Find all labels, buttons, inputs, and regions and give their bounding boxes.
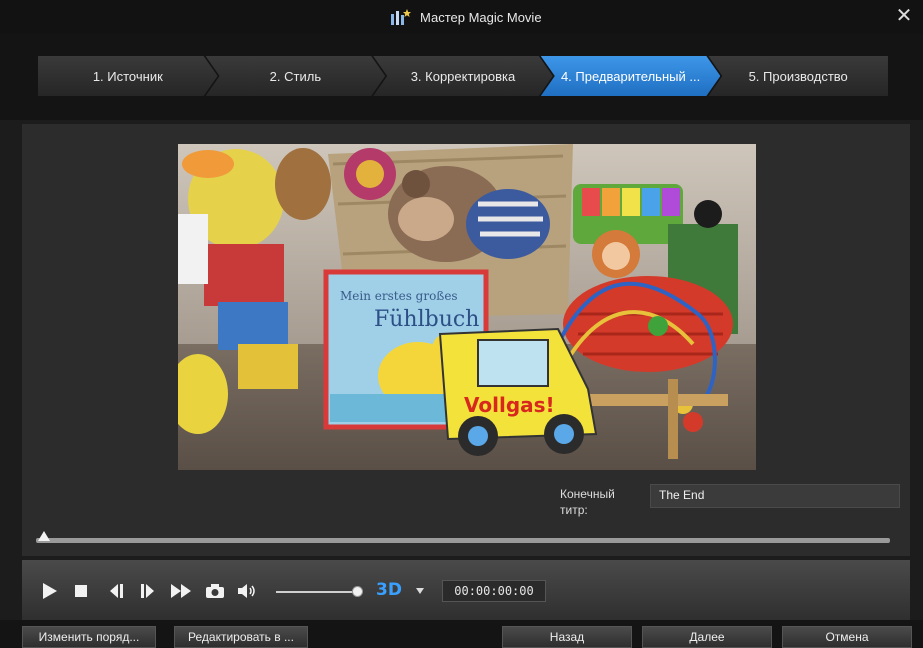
stop-icon (75, 585, 87, 597)
cancel-button[interactable]: Отмена (782, 626, 912, 648)
previous-frame-button[interactable] (106, 582, 126, 600)
title-bar: Мастер Magic Movie ✕ (0, 0, 923, 34)
volume-slider-handle[interactable] (352, 586, 363, 597)
previous-frame-icon (110, 584, 123, 598)
fast-forward-icon (171, 584, 191, 598)
next-frame-button[interactable] (138, 582, 158, 600)
next-button[interactable]: Далее (642, 626, 772, 648)
edit-in-button[interactable]: Редактировать в ... (174, 626, 308, 648)
fast-forward-button[interactable] (170, 582, 192, 600)
close-icon: ✕ (895, 4, 913, 27)
play-button[interactable] (40, 582, 60, 600)
reorder-button[interactable]: Изменить поряд... (22, 626, 156, 648)
book-title: Fühlbuch (374, 307, 479, 332)
scrubber-handle[interactable] (38, 531, 50, 541)
player-controls: 3D 00:00:00:00 (22, 560, 910, 620)
wizard-steps: 1. Источник 2. Стиль 3. Корректировка 4.… (38, 56, 888, 96)
next-frame-icon (141, 584, 154, 598)
car-text: Vollgas! (464, 393, 555, 417)
title-area: Мастер Magic Movie (390, 8, 542, 26)
end-title-label: Конечный титр: (560, 487, 615, 517)
stop-button[interactable] (72, 582, 90, 600)
close-button[interactable]: ✕ (893, 4, 915, 27)
end-title-input[interactable]: The End (650, 484, 900, 508)
bottom-button-bar: Изменить поряд... Редактировать в ... На… (0, 620, 923, 648)
step-preview[interactable]: 4. Предварительный ... (541, 56, 721, 96)
volume-slider-track[interactable] (276, 591, 356, 593)
step-adjust[interactable]: 3. Корректировка (373, 56, 553, 96)
3d-mode-toggle[interactable]: 3D (376, 580, 402, 600)
preview-frame-image: Mein erstes großes Fühlbuch Vollgas! (178, 144, 756, 470)
wizard-steps-bar: 1. Источник 2. Стиль 3. Корректировка 4.… (0, 34, 923, 120)
preview-panel: Mein erstes großes Fühlbuch Vollgas! Кон… (22, 124, 910, 556)
volume-button[interactable] (236, 582, 258, 600)
snapshot-button[interactable] (204, 582, 226, 600)
window-title: Мастер Magic Movie (420, 9, 542, 25)
step-source[interactable]: 1. Источник (38, 56, 218, 96)
play-icon (43, 583, 57, 599)
magic-movie-icon (391, 9, 411, 25)
timeline-scrubber[interactable] (36, 538, 890, 543)
camera-icon (206, 584, 224, 598)
step-style[interactable]: 2. Стиль (206, 56, 386, 96)
book-title-small: Mein erstes großes (340, 289, 458, 303)
3d-mode-dropdown-icon[interactable] (416, 588, 424, 594)
back-button[interactable]: Назад (502, 626, 632, 648)
video-preview: Mein erstes großes Fühlbuch Vollgas! (178, 144, 756, 470)
magic-movie-wizard-window: Мастер Magic Movie ✕ 1. Источник 2. Стил… (0, 0, 923, 648)
speaker-icon (238, 584, 255, 598)
step-produce[interactable]: 5. Производство (708, 56, 888, 96)
timecode-display: 00:00:00:00 (442, 580, 546, 602)
